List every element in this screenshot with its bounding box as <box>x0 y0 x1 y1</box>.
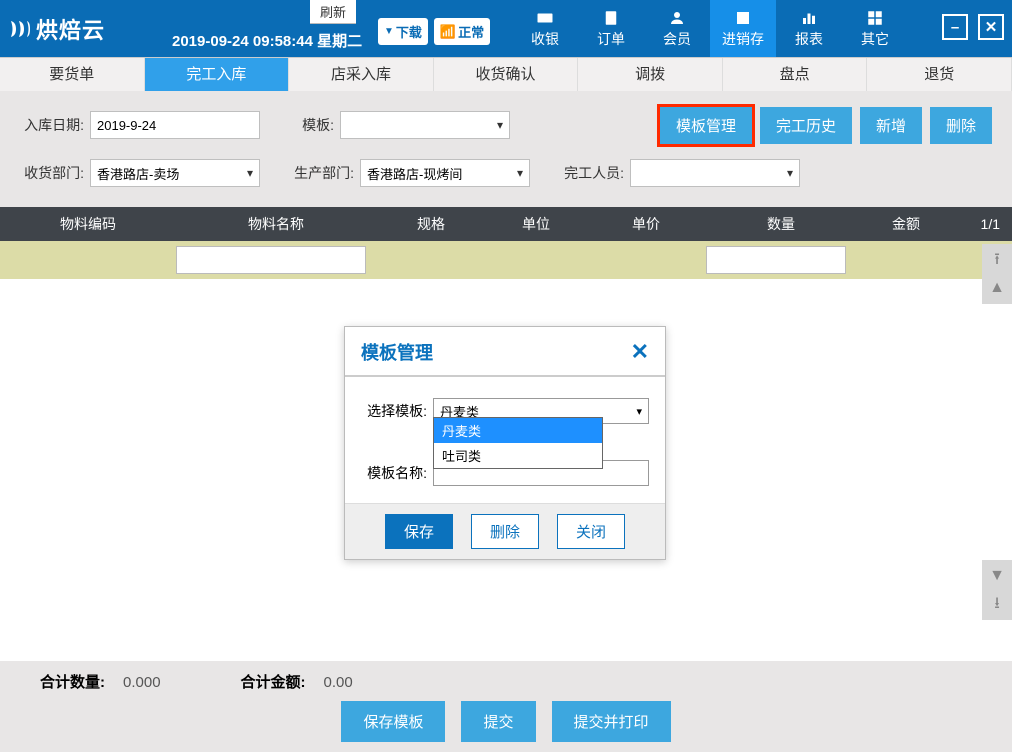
modal-save-button[interactable]: 保存 <box>385 514 453 549</box>
col-amount: 金额 <box>856 214 956 234</box>
col-name: 物料名称 <box>176 214 376 234</box>
table-header: 物料编码 物料名称 规格 单位 单价 数量 金额 1/1 <box>0 207 1012 241</box>
page-top-icon: ⭱ <box>994 246 1000 274</box>
prod-dept-select[interactable]: 香港路店-现烤间 <box>360 159 530 187</box>
download-icon: ▼ <box>384 26 394 37</box>
tab-return[interactable]: 退货 <box>867 58 1012 91</box>
members-icon <box>667 9 687 27</box>
status-button[interactable]: 📶正常 <box>434 18 490 45</box>
app-name: 烘焙云 <box>36 13 105 45</box>
recv-dept-select[interactable]: 香港路店-卖场 <box>90 159 260 187</box>
save-template-button[interactable]: 保存模板 <box>341 701 445 742</box>
nav-members[interactable]: 会员 <box>644 0 710 57</box>
template-select[interactable] <box>340 111 510 139</box>
modal-dropdown: 丹麦类 吐司类 <box>433 417 603 469</box>
reports-icon <box>799 9 819 27</box>
col-spec: 规格 <box>376 214 486 234</box>
tab-check[interactable]: 盘点 <box>723 58 868 91</box>
tab-request[interactable]: 要货单 <box>0 58 145 91</box>
inventory-icon <box>733 9 753 27</box>
col-unit: 单位 <box>486 214 586 234</box>
date-label: 入库日期: <box>10 115 90 135</box>
orders-icon <box>601 9 621 27</box>
close-window-button[interactable]: ✕ <box>978 14 1004 40</box>
header-datetime: 2019-09-24 09:58:44 星期二 <box>172 30 362 51</box>
main-nav: 收银 订单 会员 进销存 报表 其它 <box>512 0 908 57</box>
total-amt-value: 0.00 <box>324 674 353 691</box>
tab-finish-in[interactable]: 完工入库 <box>145 58 290 91</box>
delete-button[interactable]: 删除 <box>930 107 992 144</box>
cashier-icon <box>535 9 555 27</box>
arrow-down-icon: ▼ <box>989 562 1005 590</box>
nav-reports[interactable]: 报表 <box>776 0 842 57</box>
filter-form: 入库日期: 模板: 模板管理 完工历史 新增 删除 收货部门: 香港路店-卖场 … <box>0 91 1012 207</box>
wifi-icon: 📶 <box>440 24 456 40</box>
tab-transfer[interactable]: 调拨 <box>578 58 723 91</box>
app-logo: 烘焙云 <box>0 0 170 57</box>
totals-bar: 合计数量: 0.000 合计金额: 0.00 <box>0 671 1012 692</box>
total-qty-label: 合计数量: <box>40 674 105 691</box>
nav-other[interactable]: 其它 <box>842 0 908 57</box>
nav-inventory[interactable]: 进销存 <box>710 0 776 57</box>
date-input[interactable] <box>90 111 260 139</box>
minimize-button[interactable]: – <box>942 14 968 40</box>
refresh-button[interactable]: 刷新 <box>310 0 356 24</box>
row-qty-input[interactable] <box>706 246 846 274</box>
tab-receive-confirm[interactable]: 收货确认 <box>434 58 579 91</box>
template-modal: 模板管理 ✕ 选择模板: 丹麦类 丹麦类 吐司类 模板名称: 保存 删除 关闭 <box>344 326 666 560</box>
modal-delete-button[interactable]: 删除 <box>471 514 539 549</box>
row-name-input[interactable] <box>176 246 366 274</box>
submit-print-button[interactable]: 提交并打印 <box>552 701 671 742</box>
modal-title: 模板管理 <box>361 339 433 365</box>
col-code: 物料编码 <box>0 214 176 234</box>
page-indicator: 1/1 <box>956 216 1012 232</box>
nav-orders[interactable]: 订单 <box>578 0 644 57</box>
modal-close-button[interactable]: 关闭 <box>557 514 625 549</box>
dropdown-option[interactable]: 丹麦类 <box>434 418 602 443</box>
modal-close-icon[interactable]: ✕ <box>631 339 649 365</box>
modal-name-label: 模板名称: <box>361 463 433 483</box>
prod-dept-label: 生产部门: <box>290 163 360 183</box>
col-qty: 数量 <box>706 214 856 234</box>
logo-icon <box>8 17 32 41</box>
person-label: 完工人员: <box>560 163 630 183</box>
total-amt-label: 合计金额: <box>241 674 306 691</box>
person-select[interactable] <box>630 159 800 187</box>
app-header: 烘焙云 2019-09-24 09:58:44 星期二 刷新 ▼下载 📶正常 收… <box>0 0 1012 57</box>
recv-dept-label: 收货部门: <box>10 163 90 183</box>
template-label: 模板: <box>290 115 340 135</box>
sub-tabs: 要货单 完工入库 店采入库 收货确认 调拨 盘点 退货 <box>0 57 1012 91</box>
modal-select-label: 选择模板: <box>361 401 433 421</box>
download-button[interactable]: ▼下载 <box>378 18 428 45</box>
template-mgmt-button[interactable]: 模板管理 <box>660 107 752 144</box>
table-row <box>0 241 1012 281</box>
add-button[interactable]: 新增 <box>860 107 922 144</box>
arrow-up-icon: ▲ <box>989 274 1005 302</box>
scroll-up-group[interactable]: ⭱▲ <box>982 244 1012 304</box>
other-icon <box>865 9 885 27</box>
col-price: 单价 <box>586 214 706 234</box>
history-button[interactable]: 完工历史 <box>760 107 852 144</box>
dropdown-option[interactable]: 吐司类 <box>434 443 602 468</box>
tab-store-in[interactable]: 店采入库 <box>289 58 434 91</box>
scroll-down-group[interactable]: ▼⭳ <box>982 560 1012 620</box>
page-bottom-icon: ⭳ <box>994 590 1000 618</box>
submit-button[interactable]: 提交 <box>461 701 535 742</box>
footer-actions: 保存模板 提交 提交并打印 <box>0 701 1012 742</box>
nav-cashier[interactable]: 收银 <box>512 0 578 57</box>
total-qty-value: 0.000 <box>123 674 161 691</box>
